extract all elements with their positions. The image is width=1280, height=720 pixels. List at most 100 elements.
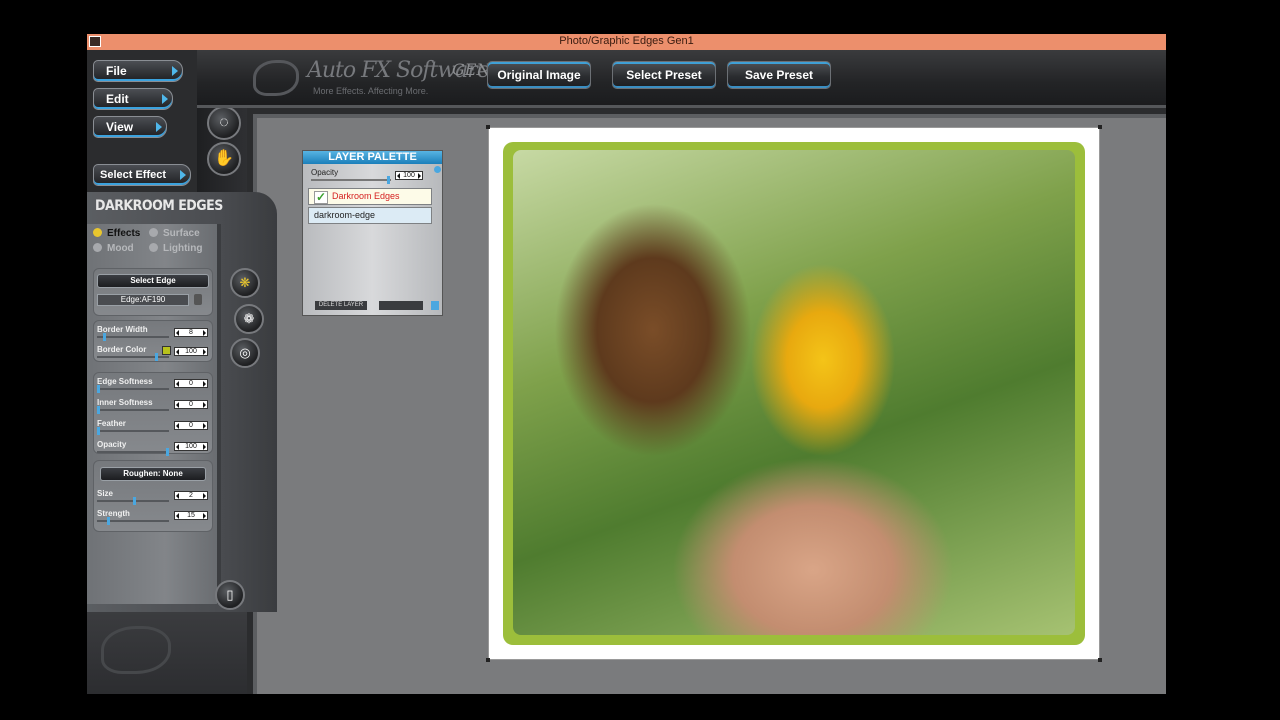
edge-softness-stepper[interactable]: 0	[174, 379, 208, 388]
sunflower-photo	[513, 150, 1075, 635]
slider-knob[interactable]	[103, 333, 106, 341]
delete-icon[interactable]: ▯	[215, 580, 245, 610]
border-group: Border Width 8 Border Color 100	[93, 320, 213, 362]
inner-softness-stepper[interactable]: 0	[174, 400, 208, 409]
edge-softness-label: Edge Softness	[97, 377, 153, 386]
opacity-label: Opacity	[97, 440, 127, 449]
tab-mood[interactable]: Mood	[93, 243, 134, 254]
slider-knob[interactable]	[155, 353, 158, 361]
slider-knob[interactable]	[107, 517, 110, 525]
inner-softness-label: Inner Softness	[97, 398, 153, 407]
chevron-right-icon	[156, 122, 162, 132]
delete-layer-button[interactable]: DELETE LAYER	[315, 301, 367, 310]
effect-panel: DARKROOM EDGES Effects Surface Mood Ligh…	[87, 192, 277, 612]
select-preset-button[interactable]: Select Preset	[612, 61, 716, 89]
slider-knob[interactable]	[97, 427, 100, 435]
border-color-swatch[interactable]	[162, 346, 171, 355]
scroll-arrow-icon[interactable]	[431, 301, 439, 310]
select-edge-button[interactable]: Select Edge	[97, 274, 209, 288]
roughen-dropdown[interactable]: Roughen: None	[100, 467, 206, 481]
opacity-slider[interactable]	[97, 448, 169, 456]
border-color-slider[interactable]	[97, 353, 169, 361]
edit-menu-label: Edit	[106, 92, 129, 106]
border-color-label: Border Color	[97, 345, 147, 354]
resize-handle[interactable]	[486, 125, 490, 129]
layer-opacity-label: Opacity	[311, 168, 339, 177]
window-title: Photo/Graphic Edges Gen1	[559, 35, 694, 47]
size-slider[interactable]	[97, 497, 169, 505]
select-effect-label: Select Effect	[100, 169, 167, 181]
tab-lighting-label: Lighting	[163, 243, 203, 254]
border-width-slider[interactable]	[97, 333, 169, 341]
size-stepper[interactable]: 2	[174, 491, 208, 500]
slider-knob[interactable]	[133, 497, 136, 505]
hand-icon[interactable]: ✋	[207, 142, 241, 176]
roughen-group: Roughen: None Size 2 Strength 15	[93, 460, 213, 532]
layer-tools-icons[interactable]	[379, 301, 423, 310]
save-preset-button[interactable]: Save Preset	[727, 61, 831, 89]
chevron-right-icon	[162, 94, 168, 104]
tab-effects-label: Effects	[107, 228, 141, 239]
feather-slider[interactable]	[97, 427, 169, 435]
app-window: Photo/Graphic Edges Gen1 File Edit View …	[87, 34, 1166, 694]
view-menu-button[interactable]: View	[93, 116, 167, 138]
opacity-stepper[interactable]: 100	[174, 442, 208, 451]
autofx-logo: Auto FX Software GEN 1 More Effects. Aff…	[247, 56, 506, 102]
edge-softness-slider[interactable]	[97, 385, 169, 393]
effect-panel-title: DARKROOM EDGES	[95, 198, 223, 214]
slider-knob[interactable]	[97, 385, 100, 393]
resize-handle[interactable]	[1098, 658, 1102, 662]
trash-icon[interactable]	[194, 294, 202, 305]
lighting-tab-icon	[149, 243, 158, 252]
layers-tool-icon[interactable]: ◎	[230, 338, 260, 368]
view-menu-label: View	[106, 120, 134, 134]
photo-preview[interactable]	[488, 127, 1100, 660]
tab-surface[interactable]: Surface	[149, 228, 200, 239]
feather-stepper[interactable]: 0	[174, 421, 208, 430]
palette-options-icon[interactable]	[434, 166, 441, 173]
layer-name: darkroom-edge	[314, 210, 376, 220]
title-bar: Photo/Graphic Edges Gen1	[87, 34, 1166, 50]
resize-handle[interactable]	[486, 658, 490, 662]
tab-lighting[interactable]: Lighting	[149, 243, 202, 254]
tab-effects[interactable]: Effects	[93, 228, 140, 239]
border-color-stepper[interactable]: 100	[174, 347, 208, 356]
bottom-left-panel	[87, 612, 247, 694]
layer-name: Darkroom Edges	[332, 191, 400, 201]
inner-softness-slider[interactable]	[97, 406, 169, 414]
original-image-button[interactable]: Original Image	[487, 61, 591, 89]
effect-controls: Effects Surface Mood Lighting Select Edg…	[87, 224, 221, 604]
checkmark-icon[interactable]: ✓	[314, 191, 328, 204]
slider-knob[interactable]	[166, 448, 169, 456]
edit-menu-button[interactable]: Edit	[93, 88, 173, 110]
slider-knob[interactable]	[387, 176, 390, 184]
file-menu-button[interactable]: File	[93, 60, 183, 82]
effect-tool-icon[interactable]: ❋	[230, 268, 260, 298]
surface-tab-icon	[149, 228, 158, 237]
file-menu-label: File	[106, 64, 127, 78]
select-effect-button[interactable]: Select Effect	[93, 164, 191, 186]
layer-row-selected[interactable]: ✓ Darkroom Edges	[308, 188, 432, 205]
strength-slider[interactable]	[97, 517, 169, 525]
mood-tab-icon	[93, 243, 102, 252]
swirl-logo-icon	[101, 626, 171, 674]
butterfly-icon[interactable]: ❁	[234, 304, 264, 334]
border-width-stepper[interactable]: 8	[174, 328, 208, 337]
selection-icon[interactable]: ◌	[207, 106, 241, 140]
resize-handle[interactable]	[1098, 125, 1102, 129]
slider-knob[interactable]	[97, 406, 100, 414]
size-label: Size	[97, 489, 114, 498]
layer-row[interactable]: darkroom-edge	[308, 207, 432, 224]
tab-surface-label: Surface	[163, 228, 200, 239]
edge-group: Select Edge Edge:AF190	[93, 268, 213, 316]
layer-opacity-slider[interactable]	[311, 176, 391, 184]
top-toolbar: Auto FX Software GEN 1 More Effects. Aff…	[197, 50, 1166, 108]
swirl-logo-icon	[253, 60, 299, 96]
tab-mood-label: Mood	[107, 243, 134, 254]
effects-tab-icon	[93, 228, 102, 237]
logo-tagline: More Effects. Affecting More.	[313, 86, 429, 96]
chevron-right-icon	[180, 170, 186, 180]
strength-stepper[interactable]: 15	[174, 511, 208, 520]
layer-opacity-stepper[interactable]: 100	[395, 171, 423, 180]
strength-label: Strength	[97, 509, 130, 518]
